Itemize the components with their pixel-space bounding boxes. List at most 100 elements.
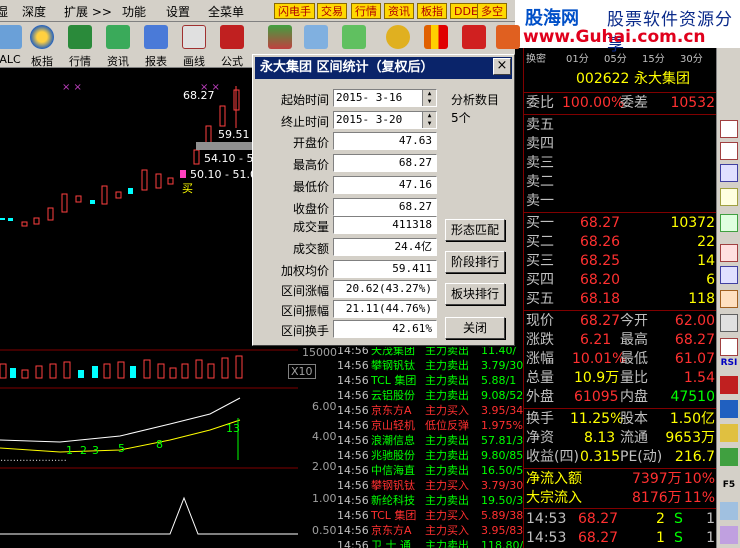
start-date-picker[interactable]: 2015- 3-16 ▲ ▼ [333, 89, 437, 107]
chart-icon [268, 25, 292, 49]
tool-button[interactable] [720, 164, 738, 182]
rsi-button[interactable]: RSI [720, 354, 738, 372]
info-icon [106, 25, 130, 49]
end-time-label: 终止时间 [280, 115, 329, 129]
tool-button[interactable] [720, 290, 738, 308]
tab-pass[interactable]: 换密 [526, 50, 546, 65]
price-label-3: 54.10 - 5 [204, 152, 253, 165]
bid-row[interactable]: 买五 68.18 118 [524, 290, 717, 309]
pattern-match-button[interactable]: 形态匹配 [445, 219, 505, 241]
tool-button[interactable] [720, 526, 738, 544]
menu-item-extend[interactable]: 扩展 >> [64, 3, 112, 20]
axis-label-multiplier: X10 [288, 364, 316, 379]
range-amplitude-value: 21.11(44.76%) [333, 300, 437, 318]
axis-label-4: 4.00 [312, 430, 337, 443]
tool-formula[interactable]: 公式 [214, 24, 250, 68]
tool-info[interactable]: 资讯 [100, 24, 136, 68]
range-change-label: 区间涨幅 [280, 284, 329, 298]
tool-index[interactable]: 板指 [24, 24, 60, 68]
close-button[interactable]: 关闭 [445, 317, 505, 339]
stat-row: 净资 8.13 流通 9653万 [526, 430, 715, 446]
trade-row: 14:53 68.27 1 S 1 [526, 530, 715, 546]
menu-item-full-menu[interactable]: 全菜单 [208, 3, 244, 20]
spin-icon[interactable]: ▲ ▼ [422, 112, 436, 128]
svg-text:3: 3 [92, 444, 99, 457]
tool-button[interactable] [720, 142, 738, 160]
stat-row: 换手 11.25% 股本 1.50亿 [526, 411, 715, 427]
tool-button[interactable] [720, 214, 738, 232]
ask-row[interactable]: 卖二 [524, 173, 717, 192]
sector-rank-button[interactable]: 板块排行 [445, 283, 505, 305]
quote-icon [68, 25, 92, 49]
axis-label-1: 1.00 [312, 492, 337, 505]
ask-row[interactable]: 卖四 [524, 135, 717, 154]
ask-row[interactable]: 卖一 [524, 192, 717, 211]
high-value: 68.27 [333, 154, 437, 172]
low-label: 最低价 [292, 180, 329, 194]
ask-row[interactable]: 卖五 [524, 116, 717, 135]
stage-rank-button[interactable]: 阶段排行 [445, 251, 505, 273]
tool-button[interactable] [720, 120, 738, 138]
svg-text:× ×: × × [62, 82, 82, 93]
quick-button-index[interactable]: 板指 [417, 3, 447, 19]
tool-button[interactable] [720, 502, 738, 520]
bid-row[interactable]: 买二 68.26 22 [524, 233, 717, 252]
quick-button-quote[interactable]: 行情 [351, 3, 381, 19]
axis-label-volume: 15000 [302, 346, 337, 359]
volume-bars [0, 355, 243, 379]
amount-value: 24.4亿 [333, 238, 437, 256]
f5-button[interactable]: F5 [720, 476, 738, 494]
tool-drawline[interactable]: 画线 [176, 24, 212, 68]
bid-row[interactable]: 买一 68.27 10372 [524, 214, 717, 233]
range-turnover-value: 42.61% [333, 320, 437, 338]
tool-button[interactable] [720, 424, 738, 442]
quick-button-info[interactable]: 资讯 [384, 3, 414, 19]
close-icon[interactable]: × [493, 58, 511, 75]
stat-row: 总量 10.9万 量比 1.54 [526, 370, 715, 386]
price-label-high: 68.27 [183, 89, 215, 102]
calculator-icon [0, 25, 22, 49]
tool-button[interactable] [720, 188, 738, 206]
pencil-icon [182, 25, 206, 49]
vertical-toolbar: RSI F5 [716, 48, 740, 548]
menu-item-settings[interactable]: 设置 [166, 3, 190, 20]
tab-5min[interactable]: 05分 [604, 50, 627, 65]
bid-row[interactable]: 买四 68.20 6 [524, 271, 717, 290]
bid-row[interactable]: 买三 68.25 14 [524, 252, 717, 271]
tab-15min[interactable]: 15分 [642, 50, 665, 65]
tool-button[interactable] [720, 376, 738, 394]
tab-30min[interactable]: 30分 [680, 50, 703, 65]
low-value: 47.16 [333, 176, 437, 194]
quick-button-lightning[interactable]: 闪电手 [274, 3, 315, 19]
days-value: 5个 [451, 111, 471, 125]
range-amplitude-label: 区间振幅 [280, 304, 329, 318]
svg-text:.....................: ..................... [0, 453, 67, 464]
tool-button[interactable] [720, 244, 738, 262]
menu-item-partial[interactable]: 湿 [0, 3, 8, 20]
axis-label-6: 6.00 [312, 400, 337, 413]
menu-item-function[interactable]: 功能 [122, 3, 146, 20]
open-label: 开盘价 [292, 136, 329, 150]
tool-button[interactable] [720, 314, 738, 332]
close-price-label: 收盘价 [292, 202, 329, 216]
spin-icon[interactable]: ▲ ▼ [422, 90, 436, 106]
amount-label: 成交额 [292, 242, 329, 256]
vwap-label: 加权均价 [280, 264, 329, 278]
tool-quote[interactable]: 行情 [62, 24, 98, 68]
order-ratio-row: 委比 100.00% 委差 10532 [526, 95, 715, 111]
dialog-title: 永大集团 区间统计（复权后） [255, 57, 512, 79]
ask-row[interactable]: 卖三 [524, 154, 717, 173]
tab-1min[interactable]: 01分 [566, 50, 589, 65]
tool-report[interactable]: 报表 [138, 24, 174, 68]
quick-button-trade[interactable]: 交易 [317, 3, 347, 19]
tool-button[interactable] [720, 266, 738, 284]
tool-button[interactable] [720, 448, 738, 466]
quick-button-longshort[interactable]: 多空 [477, 3, 507, 19]
tool-button[interactable] [720, 400, 738, 418]
vwap-value: 59.411 [333, 260, 437, 278]
buy-mark: 买 [182, 182, 193, 195]
end-date-picker[interactable]: 2015- 3-20 ▲ ▼ [333, 111, 437, 129]
formula-icon [220, 25, 244, 49]
menu-item-depth[interactable]: 深度 [22, 3, 46, 20]
range-stats-dialog: 永大集团 区间统计（复权后） × 起始时间 2015- 3-16 ▲ ▼ 终止时间 … [252, 54, 515, 346]
